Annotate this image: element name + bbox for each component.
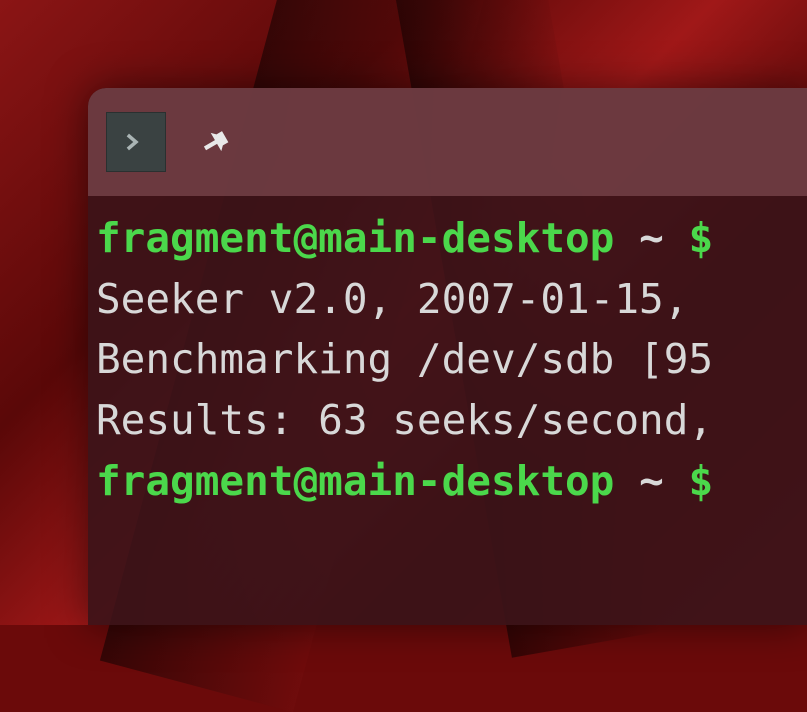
prompt-path: ~	[639, 214, 664, 262]
prompt-user-host: fragment@main-desktop	[96, 214, 614, 262]
prompt-symbol: $	[688, 214, 713, 262]
terminal-window: fragment@main-desktop ~ $ Seeker v2.0, 2…	[88, 88, 807, 625]
pin-button[interactable]	[196, 122, 236, 162]
output-line-2: Benchmarking /dev/sdb [95	[96, 335, 713, 383]
output-line-3: Results: 63 seeks/second,	[96, 396, 713, 444]
terminal-output-area[interactable]: fragment@main-desktop ~ $ Seeker v2.0, 2…	[88, 196, 807, 511]
prompt-path-2: ~	[639, 457, 664, 505]
output-line-1: Seeker v2.0, 2007-01-15,	[96, 275, 688, 323]
terminal-prompt-icon	[122, 128, 150, 156]
prompt-user-host-2: fragment@main-desktop	[96, 457, 614, 505]
prompt-symbol-2: $	[688, 457, 713, 505]
terminal-tab-button[interactable]	[106, 112, 166, 172]
pin-icon	[198, 124, 234, 160]
terminal-titlebar[interactable]	[88, 88, 807, 196]
